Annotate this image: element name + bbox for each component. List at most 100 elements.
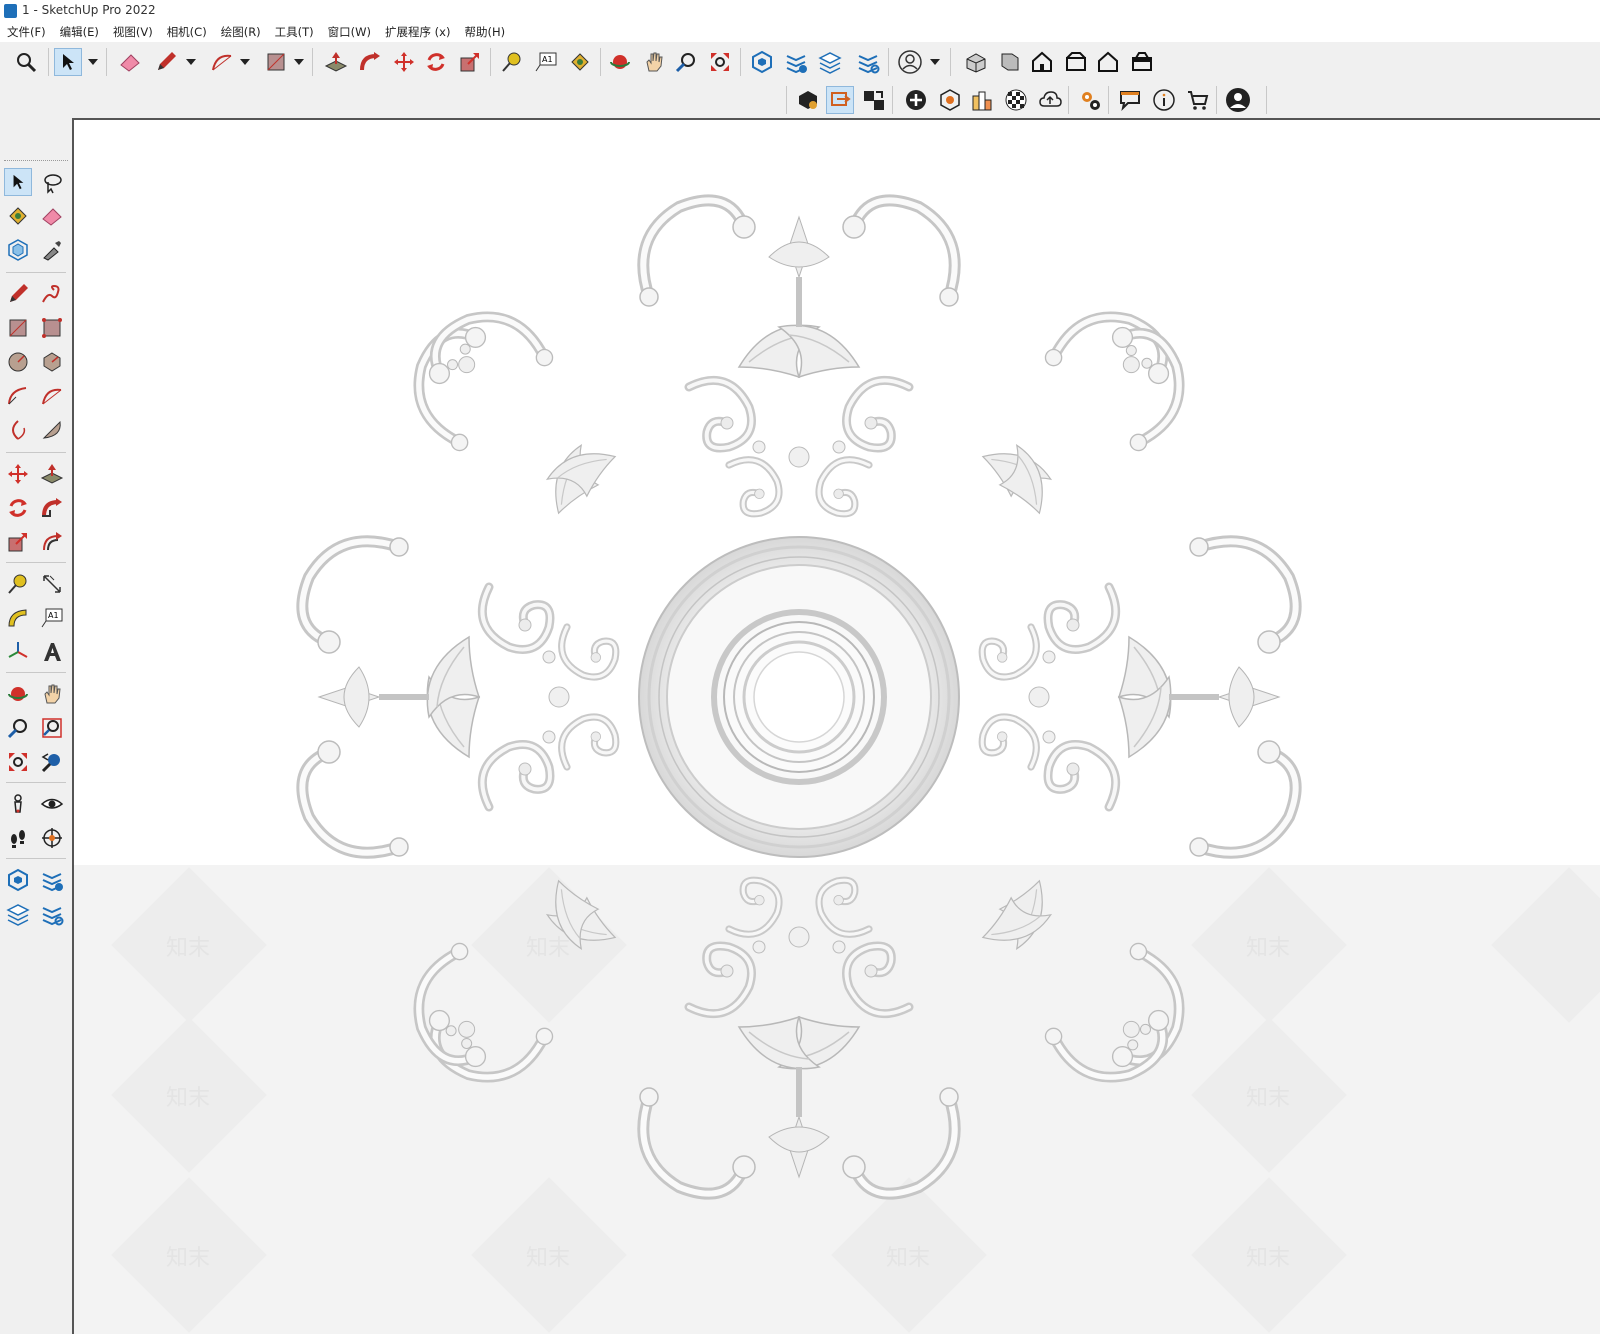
scale-icon[interactable] — [456, 48, 484, 76]
select-tool-button[interactable] — [4, 168, 32, 196]
rotate-icon[interactable] — [422, 48, 450, 76]
menu-file[interactable]: 文件(F) — [0, 22, 53, 42]
three-point-arc-icon[interactable] — [4, 416, 32, 444]
freehand-tool-icon[interactable] — [38, 280, 66, 308]
rectangle-tool-icon[interactable] — [262, 48, 290, 76]
eraser-icon[interactable] — [116, 48, 144, 76]
orbit-icon[interactable] — [606, 48, 634, 76]
component-icon[interactable] — [4, 236, 32, 264]
text-tool-icon[interactable]: A1 — [38, 604, 66, 632]
front-view-icon[interactable] — [1028, 48, 1056, 76]
model-viewport[interactable]: 知末 知末 知末 知末 知末 知末 知末 知末 知末 — [72, 118, 1600, 1334]
zoom-icon[interactable] — [672, 48, 700, 76]
eraser-icon[interactable] — [38, 202, 66, 230]
menu-help[interactable]: 帮助(H) — [457, 22, 512, 42]
info-icon[interactable] — [1150, 86, 1178, 114]
previous-view-icon[interactable] — [38, 748, 66, 776]
extension-manager-icon[interactable] — [854, 48, 882, 76]
menu-window[interactable]: 窗口(W) — [321, 22, 378, 42]
pencil-icon[interactable] — [152, 48, 180, 76]
menu-edit[interactable]: 编辑(E) — [53, 22, 106, 42]
dimension-icon[interactable] — [38, 570, 66, 598]
warehouse-icon[interactable] — [748, 48, 776, 76]
menu-draw[interactable]: 绘图(R) — [214, 22, 268, 42]
tape-measure-icon[interactable] — [4, 570, 32, 598]
chevron-down-icon[interactable] — [88, 48, 98, 76]
rectangle-tool-icon[interactable] — [4, 314, 32, 342]
right-view-icon[interactable] — [1062, 48, 1090, 76]
select-tool-button[interactable] — [54, 48, 82, 76]
zoom-extents-icon[interactable] — [706, 48, 734, 76]
3d-text-icon[interactable] — [38, 638, 66, 666]
add-location-icon[interactable] — [902, 86, 930, 114]
move-icon[interactable] — [390, 48, 418, 76]
rotated-rectangle-icon[interactable] — [38, 314, 66, 342]
sandbox-icon[interactable] — [936, 86, 964, 114]
checker-texture-icon[interactable] — [1002, 86, 1030, 114]
settings-gears-icon[interactable] — [1076, 86, 1104, 114]
left-view-icon[interactable] — [1128, 48, 1156, 76]
circle-tool-icon[interactable] — [4, 348, 32, 376]
pan-hand-icon[interactable] — [640, 48, 668, 76]
cloud-upload-icon[interactable] — [1036, 86, 1064, 114]
chevron-down-icon[interactable] — [240, 48, 250, 76]
move-icon[interactable] — [4, 460, 32, 488]
chevron-down-icon[interactable] — [294, 48, 304, 76]
menu-view[interactable]: 视图(V) — [106, 22, 160, 42]
menu-tools[interactable]: 工具(T) — [268, 22, 321, 42]
top-view-icon[interactable] — [996, 48, 1024, 76]
axes-icon[interactable] — [4, 638, 32, 666]
display-section-icon[interactable] — [860, 86, 888, 114]
walk-footprints-icon[interactable] — [4, 824, 32, 852]
extension-manager-icon[interactable] — [38, 900, 66, 928]
solid-tools-icon[interactable] — [794, 86, 822, 114]
pie-tool-icon[interactable] — [38, 416, 66, 444]
follow-me-icon[interactable] — [356, 48, 384, 76]
follow-me-icon[interactable] — [38, 494, 66, 522]
extension-warehouse-icon[interactable] — [782, 48, 810, 76]
menu-camera[interactable]: 相机(C) — [160, 22, 214, 42]
zoom-icon[interactable] — [4, 714, 32, 742]
layers-icon[interactable] — [816, 48, 844, 76]
protractor-icon[interactable] — [4, 604, 32, 632]
text-tool-icon[interactable]: A1 — [532, 48, 560, 76]
chat-icon[interactable] — [1116, 86, 1144, 114]
zoom-window-icon[interactable] — [38, 714, 66, 742]
lasso-select-icon[interactable] — [38, 168, 66, 196]
polygon-tool-icon[interactable] — [38, 348, 66, 376]
pan-hand-icon[interactable] — [38, 680, 66, 708]
tape-measure-icon[interactable] — [498, 48, 526, 76]
back-view-icon[interactable] — [1094, 48, 1122, 76]
warehouse-icon[interactable] — [4, 866, 32, 894]
paint-bucket-icon[interactable] — [4, 202, 32, 230]
search-icon[interactable] — [12, 48, 40, 76]
look-around-eye-icon[interactable] — [38, 790, 66, 818]
profile-icon[interactable] — [1224, 86, 1252, 114]
eyedropper-icon[interactable] — [38, 236, 66, 264]
push-pull-icon[interactable] — [38, 460, 66, 488]
rotate-icon[interactable] — [4, 494, 32, 522]
push-pull-icon[interactable] — [322, 48, 350, 76]
style-builder-icon[interactable] — [968, 86, 996, 114]
user-account-icon[interactable] — [896, 48, 924, 76]
chevron-down-icon[interactable] — [186, 48, 196, 76]
cart-icon[interactable] — [1184, 86, 1212, 114]
scale-icon[interactable] — [4, 528, 32, 556]
extension-warehouse-icon[interactable] — [38, 866, 66, 894]
line-tool-icon[interactable] — [4, 280, 32, 308]
offset-icon[interactable] — [38, 528, 66, 556]
menu-extensions[interactable]: 扩展程序 (x) — [378, 22, 457, 42]
arc-tool-icon[interactable] — [208, 48, 236, 76]
position-camera-icon[interactable] — [4, 790, 32, 818]
iso-view-icon[interactable] — [962, 48, 990, 76]
arc-tool-icon[interactable] — [4, 382, 32, 410]
zoom-extents-icon[interactable] — [4, 748, 32, 776]
layers-icon[interactable] — [4, 900, 32, 928]
paint-bucket-icon[interactable] — [566, 48, 594, 76]
orbit-icon[interactable] — [4, 680, 32, 708]
section-plane-icon[interactable] — [826, 86, 854, 114]
ceiling-medallion-model[interactable] — [279, 192, 1319, 1202]
two-point-arc-icon[interactable] — [38, 382, 66, 410]
chevron-down-icon[interactable] — [930, 48, 940, 76]
section-plane-icon[interactable] — [38, 824, 66, 852]
